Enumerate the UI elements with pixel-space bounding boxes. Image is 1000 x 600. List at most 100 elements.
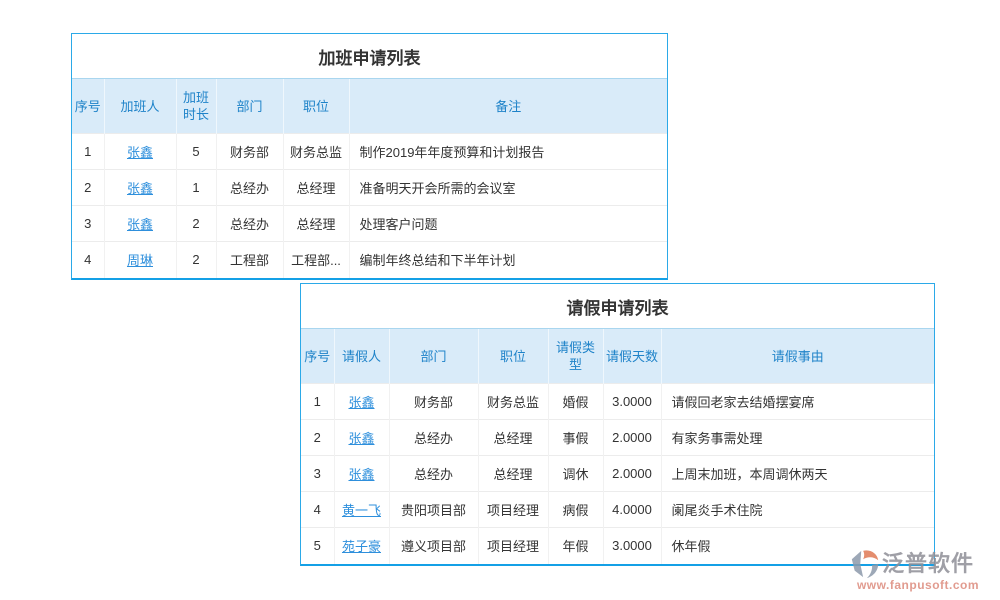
person-link[interactable]: 张鑫 [348, 467, 374, 482]
table-row: 4 黄一飞贵阳项目部项目经理病假4.0000阑尾炎手术住院 [301, 492, 934, 528]
person-link[interactable]: 苑子豪 [342, 539, 381, 554]
table-row: 1 张鑫财务部财务总监婚假3.0000请假回老家去结婚摆宴席 [301, 384, 934, 420]
overtime-application-card: 加班申请列表 序号加班人加班时长部门职位备注 1 张鑫 5财务部财务总监制作2019… [71, 33, 668, 280]
cell-department: 总经办 [216, 170, 283, 206]
cell-index: 2 [72, 170, 104, 206]
table-row: 4 周琳 2工程部工程部...编制年终总结和下半年计划 [72, 242, 667, 278]
column-header-days: 请假天数 [603, 329, 661, 384]
leave-application-card: 请假申请列表 序号请假人部门职位请假类型请假天数请假事由 1张鑫财务部财务总监婚… [300, 283, 935, 566]
table-row: 2 张鑫总经办总经理事假2.0000有家务事需处理 [301, 420, 934, 456]
overtime-table-title: 加班申请列表 [72, 34, 667, 79]
cell-reason: 阑尾炎手术住院 [661, 492, 934, 528]
cell-type: 调休 [548, 456, 603, 492]
cell-reason: 上周末加班，本周调休两天 [661, 456, 934, 492]
table-row: 3 张鑫总经办总经理调休2.0000上周末加班，本周调休两天 [301, 456, 934, 492]
leave-table-header: 序号请假人部门职位请假类型请假天数请假事由 [301, 329, 934, 384]
cell-days: 2.0000 [603, 456, 661, 492]
cell-type: 婚假 [548, 384, 603, 420]
column-header-position: 职位 [478, 329, 548, 384]
cell-index: 1 [72, 134, 104, 170]
leave-table-body: 1张鑫财务部财务总监婚假3.0000请假回老家去结婚摆宴席2张鑫总经办总经理事假… [301, 384, 934, 564]
cell-department: 财务部 [216, 134, 283, 170]
leave-table: 序号请假人部门职位请假类型请假天数请假事由 1张鑫财务部财务总监婚假3.0000… [301, 329, 934, 564]
cell-remark: 制作2019年年度预算和计划报告 [349, 134, 667, 170]
brand-url: www.fanpusoft.com [848, 578, 988, 592]
column-header-reason: 请假事由 [661, 329, 934, 384]
cell-index: 4 [72, 242, 104, 278]
cell-index: 1 [301, 384, 334, 420]
person-link[interactable]: 黄一飞 [342, 503, 381, 518]
cell-reason: 请假回老家去结婚摆宴席 [661, 384, 934, 420]
cell-person: 苑子豪 [334, 528, 389, 564]
cell-department: 财务部 [389, 384, 478, 420]
cell-remark: 编制年终总结和下半年计划 [349, 242, 667, 278]
cell-department: 遵义项目部 [389, 528, 478, 564]
cell-position: 项目经理 [478, 492, 548, 528]
table-row: 1 张鑫 5财务部财务总监制作2019年年度预算和计划报告 [72, 134, 667, 170]
column-header-remark: 备注 [349, 79, 667, 134]
cell-person: 周琳 [104, 242, 176, 278]
person-link[interactable]: 周琳 [127, 253, 153, 268]
cell-position: 总经理 [283, 170, 349, 206]
cell-person: 张鑫 [334, 384, 389, 420]
cell-days: 3.0000 [603, 528, 661, 564]
cell-person: 张鑫 [104, 170, 176, 206]
column-header-position: 职位 [283, 79, 349, 134]
cell-index: 4 [301, 492, 334, 528]
cell-department: 贵阳项目部 [389, 492, 478, 528]
cell-index: 3 [301, 456, 334, 492]
overtime-table: 序号加班人加班时长部门职位备注 1 张鑫 5财务部财务总监制作2019年年度预算和计… [72, 79, 667, 278]
cell-position: 财务总监 [283, 134, 349, 170]
cell-index: 5 [301, 528, 334, 564]
cell-index: 3 [72, 206, 104, 242]
cell-duration: 2 [176, 242, 216, 278]
cell-position: 总经理 [478, 420, 548, 456]
fanpu-watermark: 泛普软件 www.fanpusoft.com [848, 548, 988, 592]
cell-position: 工程部... [283, 242, 349, 278]
cell-person: 张鑫 [104, 206, 176, 242]
cell-department: 总经办 [389, 420, 478, 456]
cell-index: 2 [301, 420, 334, 456]
cell-position: 总经理 [478, 456, 548, 492]
column-header-type: 请假类型 [548, 329, 603, 384]
person-link[interactable]: 张鑫 [127, 181, 153, 196]
cell-duration: 5 [176, 134, 216, 170]
cell-remark: 处理客户问题 [349, 206, 667, 242]
person-link[interactable]: 张鑫 [127, 217, 153, 232]
overtime-table-body: 1张鑫5财务部财务总监制作2019年年度预算和计划报告2张鑫1总经办总经理准备明… [72, 134, 667, 278]
cell-remark: 准备明天开会所需的会议室 [349, 170, 667, 206]
cell-type: 病假 [548, 492, 603, 528]
cell-person: 张鑫 [334, 456, 389, 492]
cell-days: 3.0000 [603, 384, 661, 420]
column-header-department: 部门 [216, 79, 283, 134]
person-link[interactable]: 张鑫 [348, 395, 374, 410]
cell-department: 总经办 [389, 456, 478, 492]
cell-days: 4.0000 [603, 492, 661, 528]
column-header-department: 部门 [389, 329, 478, 384]
cell-person: 张鑫 [334, 420, 389, 456]
cell-days: 2.0000 [603, 420, 661, 456]
column-header-person: 请假人 [334, 329, 389, 384]
cell-duration: 2 [176, 206, 216, 242]
cell-duration: 1 [176, 170, 216, 206]
cell-department: 工程部 [216, 242, 283, 278]
cell-position: 财务总监 [478, 384, 548, 420]
column-header-duration: 加班时长 [176, 79, 216, 134]
column-header-person: 加班人 [104, 79, 176, 134]
table-row: 2 张鑫 1总经办总经理准备明天开会所需的会议室 [72, 170, 667, 206]
person-link[interactable]: 张鑫 [348, 431, 374, 446]
table-row: 3张鑫2总经办总经理处理客户问题 [72, 206, 667, 242]
cell-position: 项目经理 [478, 528, 548, 564]
cell-person: 张鑫 [104, 134, 176, 170]
cell-person: 黄一飞 [334, 492, 389, 528]
person-link[interactable]: 张鑫 [127, 145, 153, 160]
brand-name: 泛普软件 [882, 551, 974, 577]
table-row: 5苑子豪遵义项目部项目经理年假3.0000休年假 [301, 528, 934, 564]
leave-table-title: 请假申请列表 [301, 284, 934, 329]
cell-type: 事假 [548, 420, 603, 456]
cell-department: 总经办 [216, 206, 283, 242]
fanpu-logo-icon [848, 548, 882, 580]
column-header-index: 序号 [72, 79, 104, 134]
column-header-index: 序号 [301, 329, 334, 384]
cell-reason: 有家务事需处理 [661, 420, 934, 456]
